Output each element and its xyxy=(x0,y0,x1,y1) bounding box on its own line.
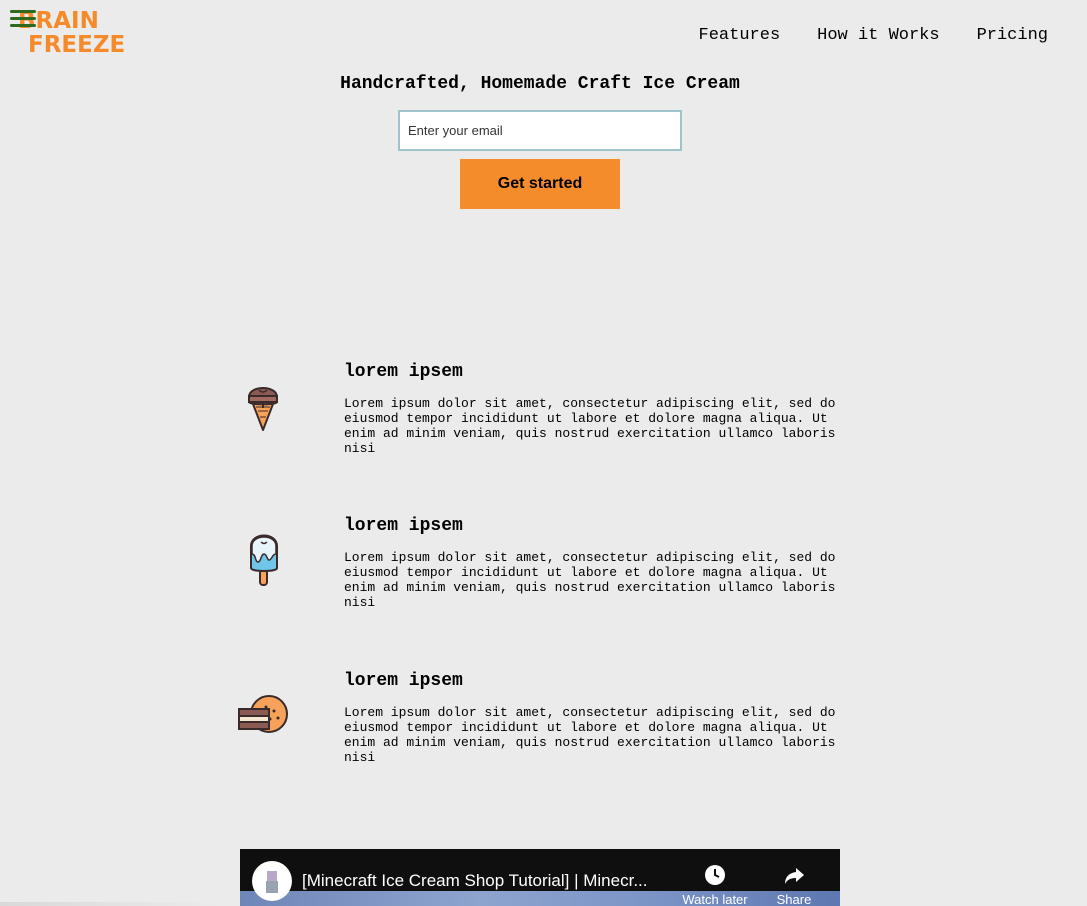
ice-cream-sandwich-icon xyxy=(236,685,292,741)
brand-logo[interactable]: BRAIN FREEZE xyxy=(10,8,125,62)
video-embed[interactable]: [Minecraft Ice Cream Shop Tutorial] | Mi… xyxy=(240,849,840,906)
feature-text: lorem ipsem Lorem ipsum dolor sit amet, … xyxy=(344,515,844,610)
share-button[interactable]: Share xyxy=(754,863,834,906)
get-started-button[interactable]: Get started xyxy=(460,159,620,209)
feature-item: lorem ipsem Lorem ipsum dolor sit amet, … xyxy=(236,670,846,780)
watch-later-button[interactable]: Watch later xyxy=(675,863,755,906)
feature-title: lorem ipsem xyxy=(344,671,463,691)
hamburger-menu-icon[interactable] xyxy=(10,8,36,30)
feature-text: lorem ipsem Lorem ipsum dolor sit amet, … xyxy=(344,670,844,765)
nav-link-pricing[interactable]: Pricing xyxy=(977,26,1048,46)
video-title[interactable]: [Minecraft Ice Cream Shop Tutorial] | Mi… xyxy=(302,871,672,891)
watch-later-label: Watch later xyxy=(682,892,748,906)
feature-item: lorem ipsem Lorem ipsum dolor sit amet, … xyxy=(236,361,846,471)
popsicle-icon xyxy=(236,530,292,586)
feature-description: Lorem ipsum dolor sit amet, consectetur … xyxy=(344,705,836,765)
feature-description: Lorem ipsum dolor sit amet, consectetur … xyxy=(344,550,836,610)
logo-text-freeze: FREEZE xyxy=(28,32,126,58)
nav-link-features[interactable]: Features xyxy=(699,26,781,46)
hero-title: Handcrafted, Homemade Craft Ice Cream xyxy=(340,74,740,94)
email-input[interactable] xyxy=(398,110,682,151)
divider xyxy=(0,902,220,906)
feature-title: lorem ipsem xyxy=(344,362,463,382)
channel-avatar[interactable] xyxy=(252,861,292,901)
feature-title: lorem ipsem xyxy=(344,516,463,536)
clock-icon xyxy=(705,865,725,885)
main-nav: Features How it Works Pricing xyxy=(662,26,1048,46)
feature-item: lorem ipsem Lorem ipsum dolor sit amet, … xyxy=(236,515,846,625)
share-arrow-icon xyxy=(785,868,804,884)
share-label: Share xyxy=(776,892,812,906)
feature-text: lorem ipsem Lorem ipsum dolor sit amet, … xyxy=(344,361,844,456)
nav-link-how-it-works[interactable]: How it Works xyxy=(817,26,939,46)
feature-description: Lorem ipsum dolor sit amet, consectetur … xyxy=(344,396,836,456)
ice-cream-cone-icon xyxy=(236,375,292,431)
